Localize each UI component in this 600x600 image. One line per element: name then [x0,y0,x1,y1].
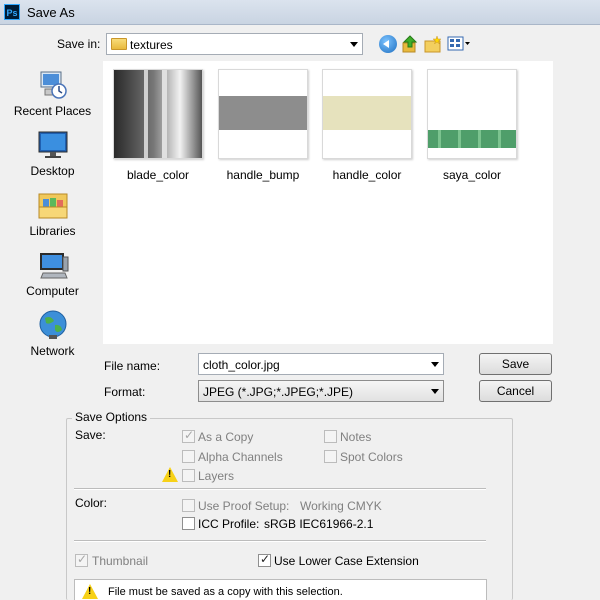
window-title: Save As [27,5,75,20]
folder-icon [111,38,127,50]
icc-profile-checkbox[interactable] [182,517,195,530]
blade-color-thumbnail [113,69,203,159]
title-bar: Ps Save As [0,0,600,25]
notes-checkbox[interactable] [324,430,337,443]
format-label: Format: [104,385,146,399]
handle-color-thumbnail [322,69,412,159]
notice-box: ! File must be saved as a copy with this… [74,579,487,600]
file-name-input[interactable]: cloth_color.jpg [198,353,444,375]
spot-colors-checkbox[interactable] [324,450,337,463]
chevron-down-icon[interactable] [431,389,439,394]
lower-case-extension-checkbox[interactable]: ✓ [258,552,271,567]
back-icon[interactable] [379,35,397,53]
chevron-down-icon[interactable] [431,362,439,367]
warning-icon: ! [82,584,98,599]
file-item-handle-bump[interactable]: handle_bump [213,69,313,189]
thumbnail-checkbox[interactable]: ✓ [75,552,88,567]
file-item-handle-color[interactable]: handle_color [317,69,417,189]
proof-setup-profile: Working CMYK [300,499,382,513]
file-item-saya-color[interactable]: saya_color [422,69,522,189]
notice-text: File must be saved as a copy with this s… [108,586,343,598]
places-bar: Recent Places Desktop Libraries Computer… [5,61,100,396]
as-a-copy-checkbox[interactable]: ✓ [182,428,195,443]
use-proof-setup-checkbox[interactable] [182,499,195,512]
file-name-label: File name: [104,359,161,373]
icc-profile-value: sRGB IEC61966-2.1 [264,517,374,531]
place-libraries[interactable]: Libraries [5,189,100,245]
use-proof-setup-label: Use Proof Setup: [198,499,290,513]
notes-label: Notes [340,430,372,444]
checkmark-icon: ✓ [184,428,195,442]
libraries-icon [37,189,69,221]
divider [74,488,486,490]
file-list-view[interactable]: blade_color handle_bump handle_color say… [103,61,553,344]
file-name: handle_bump [226,168,300,182]
up-one-level-icon[interactable] [401,35,419,53]
save-label: Save: [75,428,106,442]
save-in-dropdown[interactable]: textures [106,33,363,55]
new-folder-icon[interactable] [424,35,442,53]
layers-checkbox[interactable] [182,469,195,482]
place-label: Network [30,344,75,358]
cancel-button[interactable]: Cancel [479,380,552,402]
checkmark-icon: ✓ [260,552,271,566]
format-dropdown[interactable]: JPEG (*.JPG;*.JPEG;*.JPE) [198,380,444,402]
file-item-blade-color[interactable]: blade_color [108,69,208,189]
desktop-icon [37,129,69,161]
views-menu-icon[interactable] [447,35,471,53]
chevron-down-icon[interactable] [350,42,358,47]
spot-colors-label: Spot Colors [340,450,403,464]
network-icon [37,309,69,341]
recent-places-icon [37,69,69,101]
alpha-channels-label: Alpha Channels [198,450,283,464]
saya-color-thumbnail [427,69,517,159]
alpha-channels-checkbox[interactable] [182,450,195,463]
photoshop-app-icon: Ps [4,4,20,20]
color-label: Color: [75,496,108,510]
save-options-title: Save Options [72,410,151,424]
save-button[interactable]: Save [479,353,552,375]
place-label: Libraries [29,224,76,238]
place-recent-places[interactable]: Recent Places [5,69,100,125]
file-name: handle_color [332,168,402,182]
place-label: Recent Places [13,104,92,118]
format-value: JPEG (*.JPG;*.JPEG;*.JPE) [203,385,354,399]
file-name: saya_color [442,168,502,182]
place-label: Computer [26,284,79,298]
place-desktop[interactable]: Desktop [5,129,100,185]
file-name: blade_color [126,168,190,182]
thumbnail-label: Thumbnail [92,554,149,568]
divider [74,540,486,542]
file-name-value: cloth_color.jpg [203,358,280,372]
save-in-value: textures [130,38,173,52]
checkmark-icon: ✓ [77,552,88,566]
as-a-copy-label: As a Copy [198,430,254,444]
lower-case-extension-label: Use Lower Case Extension [274,554,419,568]
save-options-group [66,418,513,600]
handle-bump-thumbnail [218,69,308,159]
save-in-label: Save in: [57,37,101,51]
place-label: Desktop [30,164,75,178]
warning-icon: ! [162,467,178,482]
layers-label: Layers [198,469,235,483]
computer-icon [37,249,69,281]
place-network[interactable]: Network [5,309,100,365]
place-computer[interactable]: Computer [5,249,100,305]
icc-profile-label: ICC Profile: [198,517,260,531]
